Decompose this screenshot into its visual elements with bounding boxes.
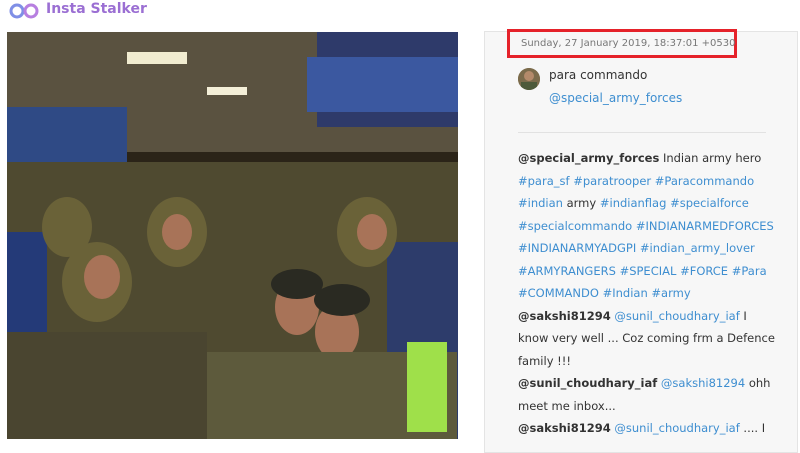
hashtag-link[interactable]: #army bbox=[651, 286, 690, 300]
author-name: para commando bbox=[549, 68, 648, 82]
hashtag-link[interactable]: #INDIANARMEDFORCES bbox=[636, 219, 774, 233]
mention-link[interactable]: @sakshi81294 bbox=[661, 376, 745, 390]
hashtag-link[interactable]: #ARMYRANGERS bbox=[518, 264, 616, 278]
mention-link[interactable]: @sunil_choudhary_iaf bbox=[614, 309, 739, 323]
comment-username[interactable]: @sakshi81294 bbox=[518, 421, 611, 435]
hashtag-link[interactable]: #paratrooper bbox=[573, 174, 651, 188]
hashtag-link[interactable]: #COMMANDO bbox=[518, 286, 599, 300]
post-photo[interactable] bbox=[7, 32, 458, 439]
hashtag-link[interactable]: #Paracommando bbox=[655, 174, 754, 188]
photo-soldiers-sleeping-in-bus bbox=[7, 32, 458, 439]
comment-text: army bbox=[566, 196, 597, 210]
comment-username[interactable]: @special_army_forces bbox=[518, 151, 659, 165]
comment-list: @special_army_forces Indian army hero #p… bbox=[518, 147, 776, 440]
comment-text: Indian army hero bbox=[662, 151, 762, 165]
hashtag-link[interactable]: #FORCE bbox=[680, 264, 728, 278]
comment: @special_army_forces Indian army hero #p… bbox=[518, 147, 776, 305]
app-header: Insta Stalker bbox=[0, 0, 800, 24]
comment-username[interactable]: @sunil_choudhary_iaf bbox=[518, 376, 657, 390]
comment: @sakshi81294 @sunil_choudhary_iaf I know… bbox=[518, 305, 776, 373]
hashtag-link[interactable]: #indianflag bbox=[600, 196, 667, 210]
hashtag-link[interactable]: #Indian bbox=[603, 286, 648, 300]
comment: @sunil_choudhary_iaf @sakshi81294 ohh me… bbox=[518, 372, 776, 417]
author-avatar[interactable] bbox=[518, 68, 540, 90]
hashtag-link[interactable]: #INDIANARMYADGPI bbox=[518, 241, 636, 255]
app-title[interactable]: Insta Stalker bbox=[46, 1, 147, 17]
hashtag-link[interactable]: #specialforce bbox=[670, 196, 749, 210]
hashtag-link[interactable]: #para_sf bbox=[518, 174, 570, 188]
mention-link[interactable]: @sunil_choudhary_iaf bbox=[614, 421, 739, 435]
infinity-link-icon[interactable] bbox=[8, 3, 40, 19]
hashtag-link[interactable]: #specialcommando bbox=[518, 219, 632, 233]
comment: @sakshi81294 @sunil_choudhary_iaf .... I bbox=[518, 417, 776, 440]
comment-username[interactable]: @sakshi81294 bbox=[518, 309, 611, 323]
hashtag-link[interactable]: #indian bbox=[518, 196, 563, 210]
post-timestamp: Sunday, 27 January 2019, 18:37:01 +0530 bbox=[507, 29, 737, 58]
hashtag-link[interactable]: #SPECIAL bbox=[620, 264, 677, 278]
comment-text: .... I bbox=[743, 421, 766, 435]
hashtag-link[interactable]: #indian_army_lover bbox=[640, 241, 755, 255]
author-handle-link[interactable]: @special_army_forces bbox=[549, 91, 682, 105]
hashtag-link[interactable]: #Para bbox=[732, 264, 767, 278]
divider bbox=[518, 132, 766, 133]
